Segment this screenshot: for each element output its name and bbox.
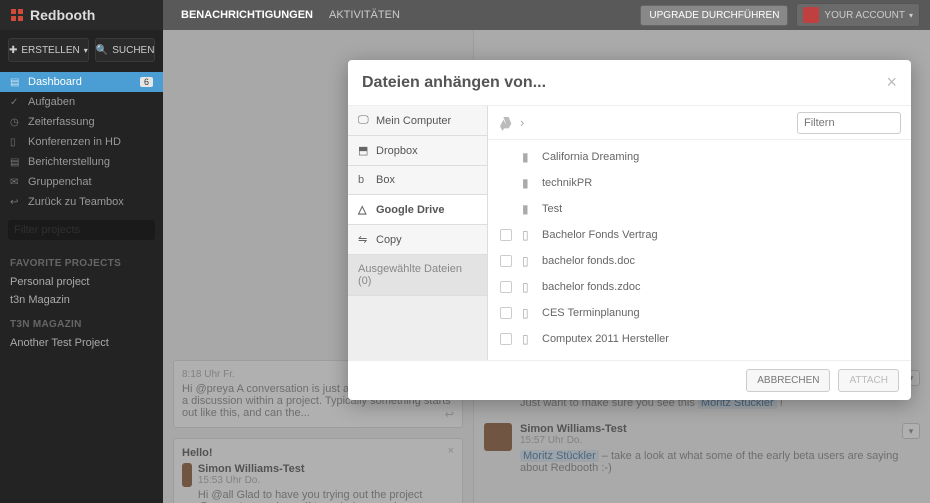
tab-activity[interactable]: AKTIVITÄTEN: [321, 0, 408, 30]
source-computer[interactable]: 🖵Mein Computer: [348, 106, 487, 136]
brand-logo-icon: [10, 8, 24, 22]
file-icon: ▯: [522, 280, 534, 294]
filter-input[interactable]: [797, 112, 901, 134]
search-icon: 🔍: [96, 45, 108, 56]
file-icon: ▯: [522, 332, 534, 346]
file-row[interactable]: ▯bachelor fonds.zdoc: [488, 274, 911, 300]
brand-name: Redbooth: [30, 7, 95, 23]
checkbox[interactable]: [500, 255, 512, 267]
file-row[interactable]: ▯Computex 2011 Hersteller: [488, 326, 911, 352]
file-icon: ▯: [522, 228, 534, 242]
file-row[interactable]: ▯Bachelor Fonds Vertrag: [488, 222, 911, 248]
sidebar: Redbooth ✚ ERSTELLEN ▾ 🔍 SUCHEN ▤Dashboa…: [0, 0, 163, 503]
checkbox[interactable]: [500, 333, 512, 345]
close-icon[interactable]: ×: [886, 72, 897, 93]
file-list: ▮California Dreaming ▮technikPR ▮Test ▯B…: [488, 140, 911, 360]
file-icon: ▯: [522, 254, 534, 268]
sidebar-item-time[interactable]: ◷Zeiterfassung: [0, 112, 163, 132]
modal-footer: ABBRECHEN ATTACH: [348, 360, 911, 400]
upgrade-button[interactable]: UPGRADE DURCHFÜHREN: [640, 5, 788, 26]
file-icon: ▯: [522, 306, 534, 320]
source-copy[interactable]: ⇋Copy: [348, 225, 487, 255]
breadcrumb[interactable]: ›: [520, 115, 524, 130]
googledrive-icon: △: [358, 203, 370, 216]
sidebar-item-tasks[interactable]: ✓Aufgaben: [0, 92, 163, 112]
sidebar-item-back[interactable]: ↩Zurück zu Teambox: [0, 192, 163, 212]
brand: Redbooth: [0, 0, 163, 30]
video-icon: ▯: [10, 137, 22, 148]
tab-notifications[interactable]: BENACHRICHTIGUNGEN: [173, 0, 321, 30]
clock-icon: ◷: [10, 117, 22, 128]
folder-row[interactable]: ▮Test: [488, 196, 911, 222]
file-row[interactable]: ▯CES Terminplanung: [488, 300, 911, 326]
account-menu[interactable]: YOUR ACCOUNT ▾: [796, 3, 920, 27]
attach-file-modal: Dateien anhängen von... × 🖵Mein Computer…: [348, 60, 911, 400]
report-icon: ▤: [10, 157, 22, 168]
sidebar-nav: ▤Dashboard6 ✓Aufgaben ◷Zeiterfassung ▯Ko…: [0, 72, 163, 212]
proj-head: T3N MAGAZIN: [0, 309, 163, 334]
selected-files-label: Ausgewählte Dateien (0): [348, 255, 487, 296]
sidebar-item-dashboard[interactable]: ▤Dashboard6: [0, 72, 163, 92]
attach-button[interactable]: ATTACH: [838, 369, 899, 392]
sidebar-item-conf[interactable]: ▯Konferenzen in HD: [0, 132, 163, 152]
fav-project[interactable]: Personal project: [0, 273, 163, 291]
checkbox[interactable]: [500, 281, 512, 293]
project-filter[interactable]: Filter projects: [8, 220, 155, 240]
check-icon: ✓: [10, 97, 22, 108]
copy-icon: ⇋: [358, 233, 370, 246]
googledrive-icon: [498, 115, 514, 131]
chat-icon: ✉: [10, 177, 22, 188]
create-button[interactable]: ✚ ERSTELLEN ▾: [8, 38, 89, 62]
caret-down-icon: ▾: [84, 46, 88, 55]
fav-project[interactable]: t3n Magazin: [0, 291, 163, 309]
dashboard-icon: ▤: [10, 77, 22, 88]
modal-toolbar: ›: [488, 106, 911, 140]
checkbox[interactable]: [500, 307, 512, 319]
folder-row[interactable]: ▮technikPR: [488, 170, 911, 196]
modal-title: Dateien anhängen von...: [362, 74, 546, 92]
topbar: BENACHRICHTIGUNGEN AKTIVITÄTEN UPGRADE D…: [163, 0, 930, 30]
folder-icon: ▮: [522, 150, 534, 164]
source-dropbox[interactable]: ⬒Dropbox: [348, 136, 487, 166]
caret-down-icon: ▾: [909, 11, 913, 20]
fav-head: FAVORITE PROJECTS: [0, 248, 163, 273]
source-googledrive[interactable]: △Google Drive: [348, 195, 487, 225]
main: BENACHRICHTIGUNGEN AKTIVITÄTEN UPGRADE D…: [163, 0, 930, 503]
badge: 6: [140, 77, 153, 87]
back-icon: ↩: [10, 197, 22, 208]
folder-icon: ▮: [522, 176, 534, 190]
plus-icon: ✚: [9, 45, 17, 56]
project-link[interactable]: Another Test Project: [0, 334, 163, 352]
box-icon: b: [358, 174, 370, 186]
sidebar-item-chat[interactable]: ✉Gruppenchat: [0, 172, 163, 192]
folder-icon: ▮: [522, 202, 534, 216]
computer-icon: 🖵: [358, 114, 370, 127]
avatar: [803, 7, 819, 23]
cancel-button[interactable]: ABBRECHEN: [746, 369, 830, 392]
file-row[interactable]: ▯bachelor fonds.doc: [488, 248, 911, 274]
sidebar-item-report[interactable]: ▤Berichterstellung: [0, 152, 163, 172]
source-box[interactable]: bBox: [348, 166, 487, 195]
checkbox[interactable]: [500, 229, 512, 241]
source-list: 🖵Mein Computer ⬒Dropbox bBox △Google Dri…: [348, 106, 488, 360]
dropbox-icon: ⬒: [358, 144, 370, 157]
modal-header: Dateien anhängen von... ×: [348, 60, 911, 106]
search-button[interactable]: 🔍 SUCHEN: [95, 38, 156, 62]
folder-row[interactable]: ▮California Dreaming: [488, 144, 911, 170]
